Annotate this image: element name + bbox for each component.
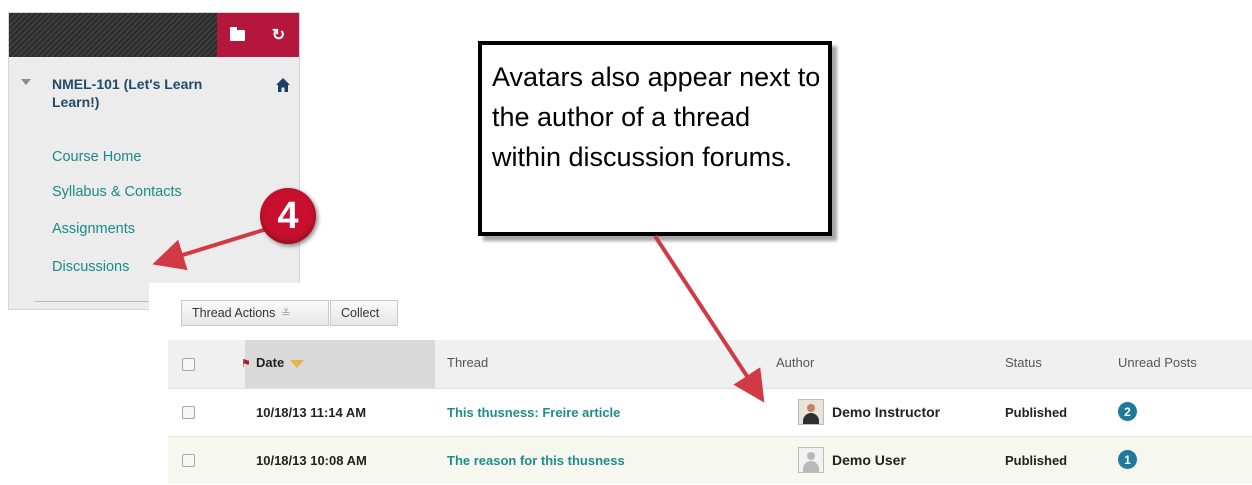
row-checkbox[interactable]	[182, 454, 195, 467]
nav-link-assignments[interactable]: Assignments	[52, 221, 135, 237]
collect-label: Collect	[341, 306, 380, 320]
collapse-triangle-icon[interactable]	[21, 79, 31, 85]
sort-desc-icon	[290, 359, 305, 368]
callout-box: Avatars also appear next to the author o…	[478, 41, 832, 236]
nav-link-syllabus-contacts[interactable]: Syllabus & Contacts	[52, 184, 182, 200]
avatar	[798, 447, 824, 473]
refresh-button[interactable]: ↻	[258, 13, 299, 57]
home-icon[interactable]	[275, 77, 291, 93]
select-all-checkbox[interactable]	[182, 358, 195, 371]
column-header-author[interactable]: Author	[776, 355, 814, 370]
unread-count-badge[interactable]: 1	[1118, 450, 1137, 469]
step-number-badge: 4	[260, 188, 316, 244]
nav-link-discussions[interactable]: Discussions	[52, 259, 129, 275]
flag-icon[interactable]: ⚑	[241, 357, 251, 370]
author-name: Demo User	[832, 452, 906, 468]
table-header: ⚑ Date Thread Author Status Unread Posts	[168, 340, 1252, 389]
row-status: Published	[1005, 405, 1068, 420]
column-header-unread-posts[interactable]: Unread Posts	[1118, 355, 1197, 370]
column-header-date[interactable]: Date	[256, 355, 305, 370]
thread-actions-label: Thread Actions	[192, 306, 276, 320]
column-header-status[interactable]: Status	[1005, 355, 1042, 370]
step-number: 4	[277, 194, 299, 237]
unread-count-badge[interactable]: 2	[1118, 402, 1137, 421]
folder-icon	[230, 26, 245, 41]
row-date: 10/18/13 11:14 AM	[256, 405, 367, 420]
avatar	[798, 399, 824, 425]
callout-text: Avatars also appear next to the author o…	[492, 62, 821, 172]
thread-link[interactable]: This thusness: Freire article	[447, 405, 620, 420]
author-name: Demo Instructor	[832, 404, 941, 420]
table-row: 10/18/13 11:14 AM This thusness: Freire …	[168, 389, 1252, 437]
column-header-thread[interactable]: Thread	[447, 355, 488, 370]
chevron-down-icon: ≚	[281, 307, 291, 320]
row-author[interactable]: Demo Instructor	[798, 399, 940, 425]
thread-link[interactable]: The reason for this thusness	[447, 453, 625, 468]
collect-button[interactable]: Collect	[330, 300, 398, 326]
table-row: 10/18/13 10:08 AM The reason for this th…	[168, 437, 1252, 484]
column-header-date-label: Date	[256, 355, 285, 370]
row-status: Published	[1005, 453, 1068, 468]
course-menu: ↻ NMEL-101 (Let's Learn Learn!) Course H…	[8, 12, 301, 310]
row-author[interactable]: Demo User	[798, 447, 906, 473]
nav-link-course-home[interactable]: Course Home	[52, 149, 141, 165]
course-title[interactable]: NMEL-101 (Let's Learn Learn!)	[52, 75, 242, 111]
row-checkbox[interactable]	[182, 406, 195, 419]
row-date: 10/18/13 10:08 AM	[256, 453, 367, 468]
folder-view-button[interactable]	[217, 13, 259, 57]
course-menu-header: ↻	[9, 13, 299, 57]
thread-actions-button[interactable]: Thread Actions ≚	[181, 300, 329, 326]
discussion-forum-panel: Thread Actions ≚ Collect ⚑ Date Thread A…	[149, 283, 1252, 485]
refresh-icon: ↻	[271, 27, 286, 44]
